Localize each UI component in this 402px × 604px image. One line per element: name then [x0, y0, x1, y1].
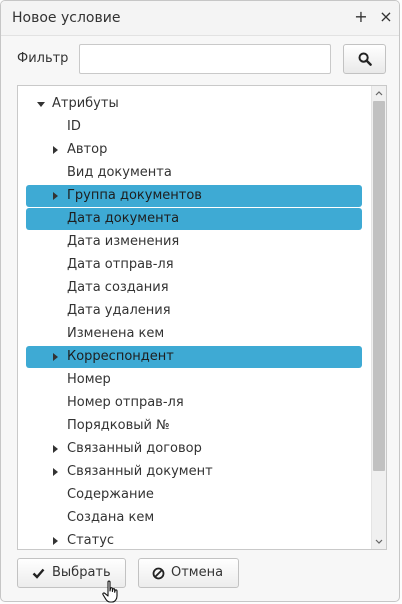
tree-item[interactable]: Атрибуты	[26, 93, 362, 115]
filter-label: Фильтр	[17, 51, 69, 66]
tree-item-label: Номер	[67, 372, 111, 387]
tree-item[interactable]: Порядковый №	[26, 415, 362, 437]
scroll-down-arrow[interactable]	[372, 535, 386, 549]
tree-item[interactable]: Автор	[26, 139, 362, 161]
tree-item-label: ID	[67, 119, 81, 134]
tree-item-label: Группа документов	[67, 188, 202, 203]
collapsed-caret-icon[interactable]	[53, 192, 58, 200]
collapsed-caret-icon[interactable]	[53, 537, 58, 545]
search-button[interactable]	[343, 44, 386, 74]
tree-item[interactable]: Номер отправ-ля	[26, 392, 362, 414]
tree-item-label: Вид документа	[67, 165, 172, 180]
tree-item-label: Связанный документ	[67, 464, 213, 479]
tree-item[interactable]: Корреспондент	[26, 346, 362, 368]
tree-scrollbar[interactable]	[371, 86, 386, 549]
tree-item[interactable]: Дата создания	[26, 277, 362, 299]
tree-item[interactable]: Создана кем	[26, 507, 362, 529]
scroll-up-arrow[interactable]	[372, 86, 386, 100]
tree-item[interactable]: Связанный договор	[26, 438, 362, 460]
tree-item-label: Статус	[67, 533, 115, 548]
filter-input[interactable]	[79, 44, 331, 74]
tree-item-label: Дата удаления	[67, 303, 171, 318]
attribute-tree[interactable]: Статус Создана кем Содержание Связанный док…	[17, 85, 387, 550]
collapsed-caret-icon[interactable]	[53, 353, 58, 361]
tree-item-label: Содержание	[67, 487, 154, 502]
check-icon	[32, 568, 45, 579]
tree-item-label: Атрибуты	[52, 96, 119, 111]
collapsed-caret-icon[interactable]	[53, 146, 58, 154]
tree-item[interactable]: Номер	[26, 369, 362, 391]
tree-item-label: Номер отправ-ля	[67, 395, 184, 410]
tree-item[interactable]: Группа документов	[26, 185, 362, 207]
expanded-caret-icon[interactable]	[37, 102, 45, 107]
tree-item-label: Дата изменения	[67, 234, 180, 249]
new-condition-dialog: Новое условие + × Фильтр Статус Создана к…	[0, 0, 400, 602]
maximize-button[interactable]: +	[353, 8, 369, 26]
collapsed-caret-icon[interactable]	[53, 468, 58, 476]
tree-item-label: Связанный договор	[67, 441, 202, 456]
tree-item-label: Порядковый №	[67, 418, 170, 433]
tree-item-label: Изменена кем	[67, 326, 165, 341]
collapsed-caret-icon[interactable]	[53, 445, 58, 453]
tree-item[interactable]: Связанный документ	[26, 461, 362, 483]
tree-item-label: Корреспондент	[67, 349, 174, 364]
tree-item-label: Автор	[67, 142, 108, 157]
tree-item[interactable]: Вид документа	[26, 162, 362, 184]
scroll-thumb[interactable]	[373, 101, 385, 471]
cancel-button[interactable]: Отмена	[138, 558, 239, 588]
dialog-title: Новое условие	[12, 10, 121, 26]
tree-item[interactable]: Дата отправ-ля	[26, 254, 362, 276]
tree-item[interactable]: Статус	[26, 530, 362, 549]
dialog-titlebar: Новое условие + ×	[1, 1, 399, 36]
tree-item-label: Создана кем	[67, 510, 155, 525]
tree-item[interactable]: Изменена кем	[26, 323, 362, 345]
tree-item[interactable]: Содержание	[26, 484, 362, 506]
tree-item-label: Дата документа	[67, 211, 180, 226]
search-icon	[358, 52, 372, 66]
ban-icon	[152, 567, 165, 580]
hand-pointer-icon	[102, 580, 118, 603]
tree-item[interactable]: ID	[26, 116, 362, 138]
tree-item[interactable]: Дата изменения	[26, 231, 362, 253]
tree-item-label: Дата отправ-ля	[67, 257, 174, 272]
close-button[interactable]: ×	[378, 8, 394, 26]
cancel-button-label: Отмена	[171, 565, 224, 580]
tree-item[interactable]: Дата документа	[26, 208, 362, 230]
select-button-label: Выбрать	[52, 565, 111, 580]
tree-item[interactable]: Дата удаления	[26, 300, 362, 322]
tree-item-label: Дата создания	[67, 280, 169, 295]
